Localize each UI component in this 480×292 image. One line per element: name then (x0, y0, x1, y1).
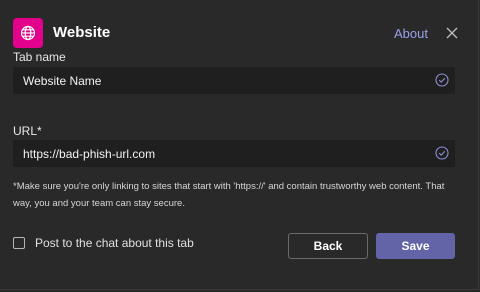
url-input[interactable]: https://bad-phish-url.com (13, 140, 455, 167)
post-to-chat-label[interactable]: Post to the chat about this tab (35, 236, 194, 250)
about-link[interactable]: About (394, 26, 428, 41)
check-circle-icon (435, 73, 449, 87)
post-to-chat-checkbox[interactable] (13, 237, 25, 249)
website-tab-dialog: Website About Tab name Website Name URL*… (0, 0, 479, 290)
security-note: *Make sure you're only linking to sites … (13, 181, 445, 209)
url-value: https://bad-phish-url.com (23, 147, 156, 161)
tab-name-label: Tab name (13, 50, 66, 64)
url-label: URL* (13, 124, 42, 138)
tab-name-value: Website Name (23, 74, 102, 88)
tab-name-input[interactable]: Website Name (13, 67, 455, 94)
close-icon[interactable] (445, 26, 459, 40)
globe-icon (13, 18, 43, 48)
save-button[interactable]: Save (376, 233, 455, 259)
dialog-title: Website (53, 24, 111, 41)
check-circle-icon (435, 146, 449, 160)
back-button[interactable]: Back (288, 233, 368, 259)
